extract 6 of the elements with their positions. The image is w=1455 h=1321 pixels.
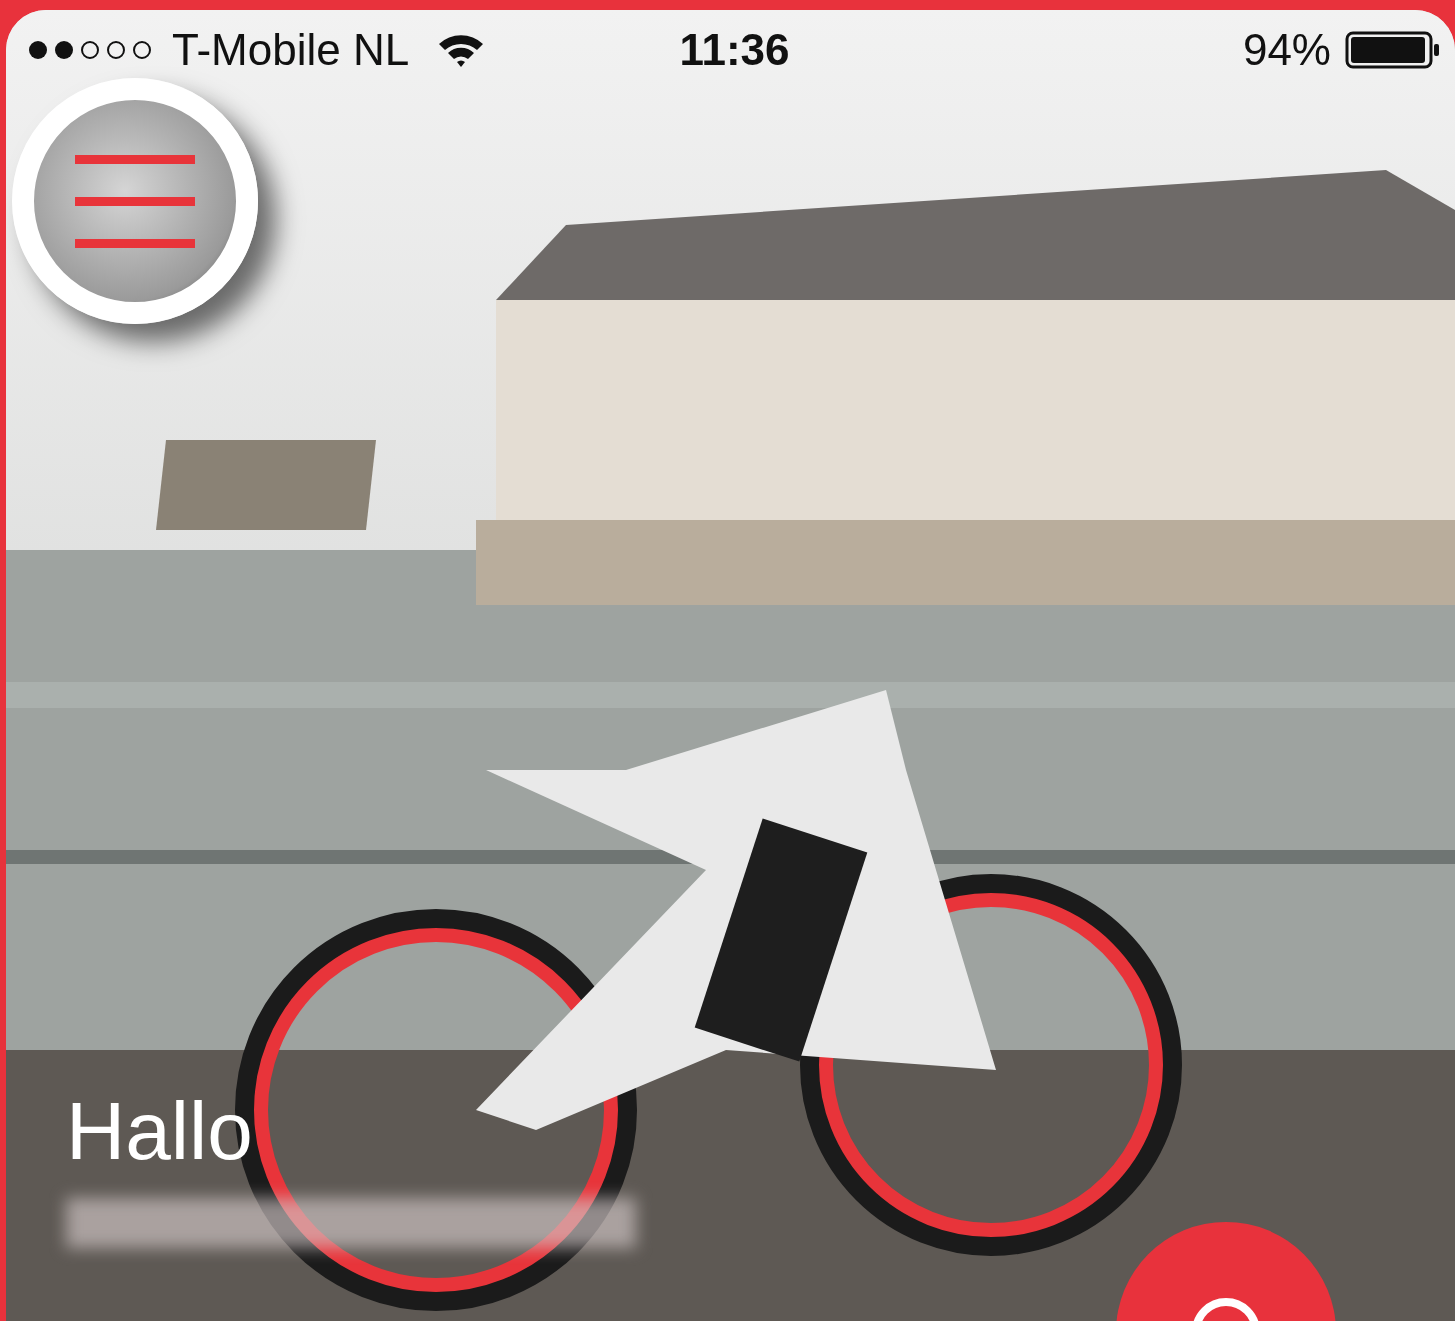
battery-icon [1345, 30, 1441, 70]
carrier-name: T-Mobile NL [172, 25, 410, 75]
clock-time: 11:36 [679, 25, 790, 75]
greeting: Hallo [66, 1090, 254, 1172]
battery-percentage: 94% [1242, 25, 1331, 75]
wifi-icon [437, 32, 486, 68]
